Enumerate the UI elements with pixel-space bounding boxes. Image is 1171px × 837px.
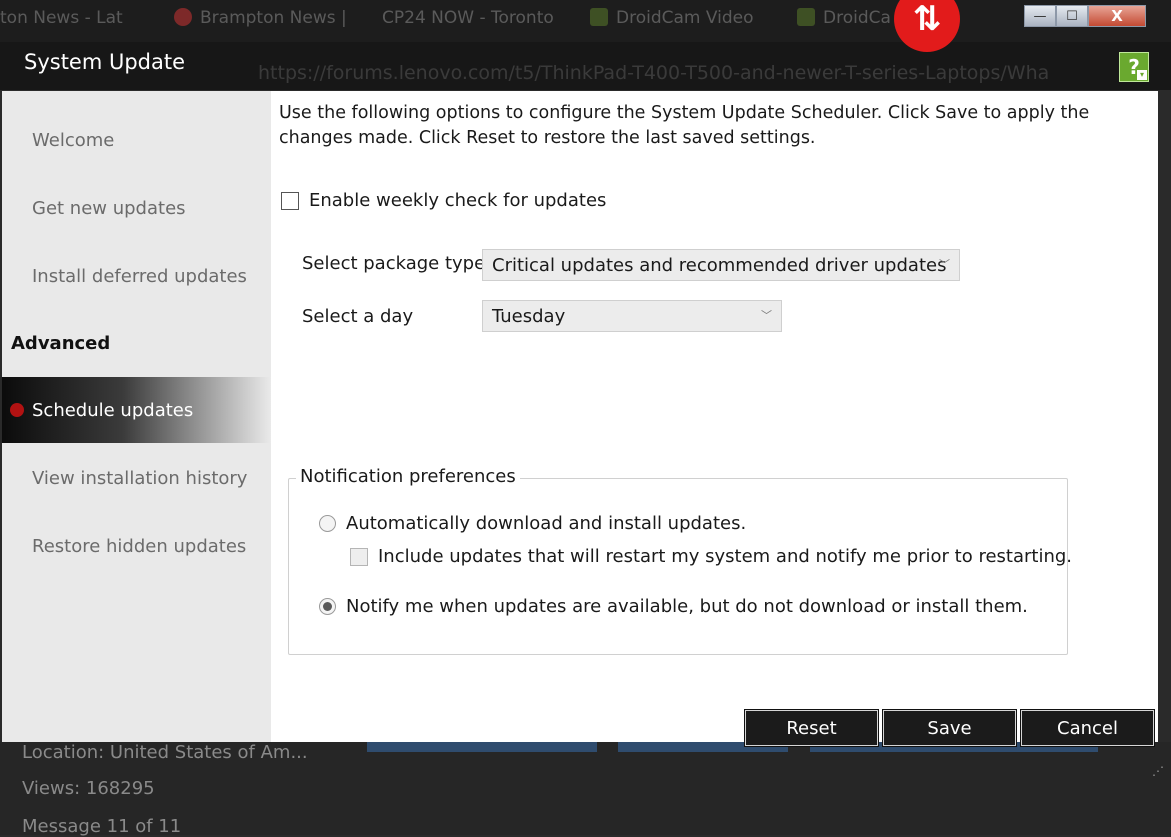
background-button bbox=[367, 742, 597, 752]
browser-tab[interactable]: DroidCa bbox=[797, 8, 897, 34]
sidebar: Welcome Get new updates Install deferred… bbox=[2, 91, 271, 742]
sidebar-item-label: Install deferred updates bbox=[32, 265, 247, 287]
close-button[interactable]: X bbox=[1088, 5, 1146, 27]
include-restart-option[interactable]: Include updates that will restart my sys… bbox=[350, 546, 1072, 567]
notify-only-radio[interactable] bbox=[319, 598, 336, 615]
sidebar-item-view-installation-history[interactable]: View installation history bbox=[2, 445, 271, 511]
droidcam-icon bbox=[797, 8, 815, 26]
active-indicator-icon bbox=[10, 403, 24, 417]
chevron-down-icon: ▾ bbox=[1137, 70, 1147, 80]
instructions-text: Use the following options to configure t… bbox=[279, 103, 1090, 148]
sidebar-item-restore-hidden-updates[interactable]: Restore hidden updates bbox=[2, 513, 271, 579]
auto-download-radio[interactable] bbox=[319, 515, 336, 532]
browser-tab[interactable]: Brampton News | bbox=[174, 8, 364, 34]
sidebar-item-label: Get new updates bbox=[32, 197, 186, 219]
reset-button[interactable]: Reset bbox=[744, 709, 879, 747]
weekly-check-checkbox[interactable] bbox=[281, 191, 299, 210]
include-restart-label: Include updates that will restart my sys… bbox=[378, 546, 1073, 567]
browser-tab[interactable]: ton News - Lat bbox=[0, 8, 160, 34]
background-text: Message 11 of 11 bbox=[22, 816, 182, 837]
sidebar-item-label: Schedule updates bbox=[32, 399, 194, 421]
browser-tab[interactable]: DroidCam Video bbox=[590, 8, 770, 34]
sidebar-item-label: View installation history bbox=[32, 467, 248, 489]
day-value: Tuesday bbox=[492, 305, 566, 327]
minimize-button[interactable]: — bbox=[1024, 5, 1056, 27]
weekly-check-option[interactable]: Enable weekly check for updates bbox=[281, 190, 606, 211]
sidebar-item-label: Welcome bbox=[32, 129, 115, 151]
sidebar-item-welcome[interactable]: Welcome bbox=[2, 107, 271, 173]
notify-only-option[interactable]: Notify me when updates are available, bu… bbox=[319, 596, 1028, 617]
sidebar-section-header: Advanced bbox=[11, 333, 111, 354]
background-text: Location: United States of Am... bbox=[22, 742, 308, 763]
day-select[interactable]: Tuesday ﹀ bbox=[482, 300, 782, 332]
notification-preferences-legend: Notification preferences bbox=[296, 466, 520, 487]
package-type-value: Critical updates and recommended driver … bbox=[492, 254, 947, 276]
sidebar-item-get-new-updates[interactable]: Get new updates bbox=[2, 175, 271, 241]
system-update-dialog: https://forums.lenovo.com/t5/ThinkPad-T4… bbox=[0, 42, 1171, 837]
cancel-button[interactable]: Cancel bbox=[1020, 709, 1155, 747]
package-type-select[interactable]: Critical updates and recommended driver … bbox=[482, 249, 960, 281]
background-page-footer: Location: United States of Am... Views: … bbox=[0, 742, 1171, 837]
title-bar: https://forums.lenovo.com/t5/ThinkPad-T4… bbox=[0, 42, 1171, 90]
sidebar-item-label: Restore hidden updates bbox=[32, 535, 247, 557]
window-title: System Update bbox=[24, 50, 186, 74]
brampton-icon bbox=[174, 8, 192, 26]
droidcam-icon bbox=[590, 8, 608, 26]
package-type-label: Select package type: bbox=[302, 253, 492, 274]
window-controls: — ☐ X bbox=[1024, 5, 1146, 29]
auto-download-option[interactable]: Automatically download and install updat… bbox=[319, 513, 746, 534]
include-restart-checkbox[interactable] bbox=[350, 547, 368, 566]
notify-only-label: Notify me when updates are available, bu… bbox=[346, 596, 1028, 617]
chevron-down-icon: ﹀ bbox=[939, 258, 950, 271]
save-button[interactable]: Save bbox=[882, 709, 1017, 747]
help-button[interactable]: ? ▾ bbox=[1119, 52, 1149, 82]
day-label: Select a day bbox=[302, 306, 414, 327]
browser-tab-strip: ton News - Lat Brampton News | CP24 NOW … bbox=[0, 0, 1171, 42]
resize-grip-icon[interactable]: ⋰ bbox=[1152, 764, 1164, 778]
maximize-button[interactable]: ☐ bbox=[1056, 5, 1088, 27]
weekly-check-label: Enable weekly check for updates bbox=[309, 190, 607, 211]
auto-download-label: Automatically download and install updat… bbox=[346, 513, 747, 534]
background-text: Views: 168295 bbox=[22, 778, 155, 799]
browser-tab[interactable]: CP24 NOW - Toronto bbox=[382, 8, 572, 34]
main-content: Use the following options to configure t… bbox=[271, 91, 1158, 742]
sidebar-item-install-deferred-updates[interactable]: Install deferred updates bbox=[2, 243, 271, 309]
sidebar-item-schedule-updates[interactable]: Schedule updates bbox=[2, 377, 271, 443]
chevron-down-icon: ﹀ bbox=[761, 309, 772, 322]
